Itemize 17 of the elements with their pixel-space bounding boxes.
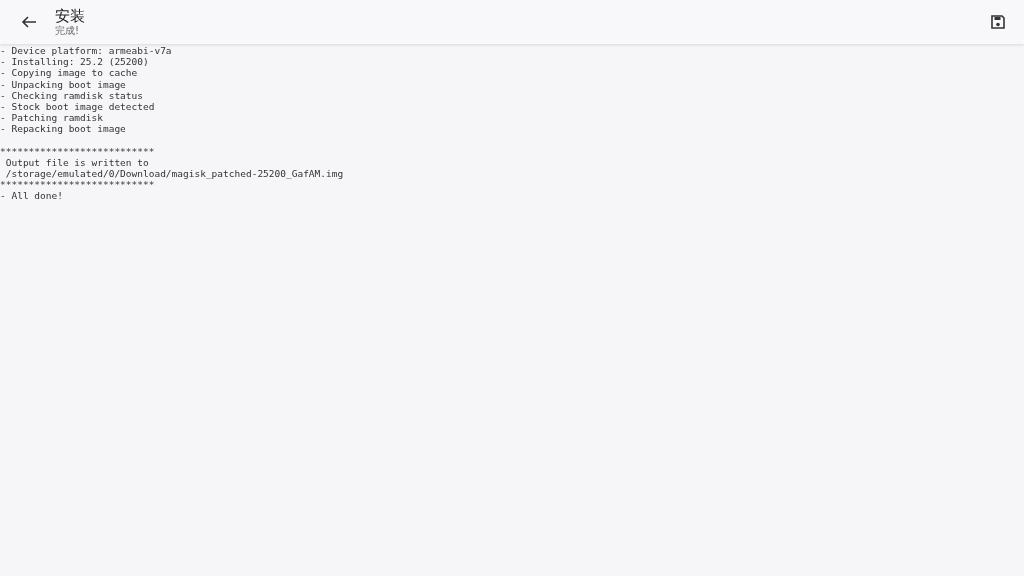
log-line: *************************** xyxy=(0,145,156,157)
log-line: /storage/emulated/0/Download/magisk_patched-25200_GafAM.img xyxy=(4,168,345,180)
log-line: - Stock boot image detected xyxy=(0,101,156,113)
save-icon xyxy=(990,14,1006,30)
log-line: - Repacking boot image xyxy=(0,123,127,135)
log-line: - Copying image to cache xyxy=(0,67,139,79)
log-line: - Device platform: armeabi-v7a xyxy=(0,45,173,57)
log-line: - Unpacking boot image xyxy=(0,78,127,90)
log-line: *************************** xyxy=(0,179,156,191)
log-line: - Installing: 25.2 (25200) xyxy=(0,56,150,68)
log-line: Output file is written to xyxy=(4,156,150,169)
screen-subtitle: 完成! xyxy=(55,25,80,37)
log-line: - All done! xyxy=(0,190,64,202)
log-line: - Patching ramdisk xyxy=(0,112,104,124)
screen-title: 安装 xyxy=(55,7,86,25)
log-line: - Checking ramdisk status xyxy=(0,89,144,101)
back-arrow-icon xyxy=(21,15,37,29)
